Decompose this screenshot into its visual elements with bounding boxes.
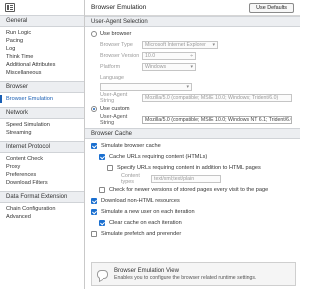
ua-string-field-browser[interactable]: Mozilla/5.0 (compatible; MSIE 10.0; Wind… bbox=[142, 93, 292, 102]
sidebar-item-pacing[interactable]: Pacing bbox=[0, 37, 84, 45]
sidebar-item-additional-attributes[interactable]: Additional Attributes bbox=[0, 61, 84, 69]
ua-string-row-2: User-Agent String Mozilla/5.0 (compatibl… bbox=[85, 113, 300, 126]
browser-version-label: Browser Version bbox=[100, 52, 140, 59]
sidebar-item-browser-emulation[interactable]: Browser Emulation bbox=[0, 95, 84, 103]
simulate-cache-checkbox[interactable] bbox=[91, 142, 97, 149]
help-title: Browser Emulation View bbox=[114, 267, 179, 274]
content-types-label: Content types bbox=[121, 172, 140, 185]
sidebar-item-speed-simulation[interactable]: Speed Simulation bbox=[0, 121, 84, 129]
main-panel: Browser Emulation Use Defaults User-Agen… bbox=[85, 0, 300, 289]
cache-urls-label: Cache URLs requiring content (HTMLs) bbox=[109, 153, 208, 160]
check-newer-checkbox[interactable] bbox=[99, 186, 105, 193]
use-defaults-button[interactable]: Use Defaults bbox=[249, 2, 294, 13]
sidebar-item-proxy[interactable]: Proxy bbox=[0, 163, 84, 171]
language-field-row bbox=[85, 81, 300, 92]
cache-urls-checkbox[interactable] bbox=[99, 153, 105, 160]
browser-type-label: Browser Type bbox=[100, 41, 133, 48]
panel-toggle-icon[interactable] bbox=[5, 2, 15, 12]
help-description: Enables you to configure the browser rel… bbox=[114, 274, 257, 281]
sidebar-section-general: General bbox=[0, 15, 84, 27]
use-custom-label: Use custom bbox=[100, 105, 130, 112]
page-title: Browser Emulation bbox=[91, 4, 147, 11]
browser-version-spinner[interactable]: 10.0 bbox=[142, 51, 196, 60]
sidebar-section-data-format-extension: Data Format Extension bbox=[0, 191, 84, 203]
sidebar-item-preferences[interactable]: Preferences bbox=[0, 171, 84, 179]
sidebar-item-run-logic[interactable]: Run Logic bbox=[0, 29, 84, 37]
specify-urls-checkbox[interactable] bbox=[107, 164, 113, 171]
specify-urls-row: Specify URLs requiring content in additi… bbox=[85, 162, 300, 173]
use-browser-label: Use browser bbox=[100, 30, 132, 37]
use-custom-radio[interactable] bbox=[91, 105, 97, 112]
use-custom-row: Use custom bbox=[85, 103, 300, 114]
download-non-html-checkbox[interactable] bbox=[91, 197, 97, 204]
use-browser-radio[interactable] bbox=[91, 30, 97, 37]
sidebar-item-log[interactable]: Log bbox=[0, 45, 84, 53]
check-newer-label: Check for newer versions of stored pages… bbox=[109, 186, 269, 193]
ua-section-header: User-Agent Selection bbox=[85, 16, 300, 27]
ua-string-label-1: User-Agent String bbox=[100, 91, 128, 104]
language-select[interactable] bbox=[100, 82, 192, 91]
sidebar-item-download-filters[interactable]: Download Filters bbox=[0, 179, 84, 187]
simulate-prefetch-checkbox[interactable] bbox=[91, 230, 97, 237]
sidebar-item-content-check[interactable]: Content Check bbox=[0, 155, 84, 163]
platform-row: Platform Windows bbox=[85, 61, 300, 72]
sidebar-item-streaming[interactable]: Streaming bbox=[0, 129, 84, 137]
sidebar-toolbar bbox=[0, 0, 84, 14]
clear-cache-label: Clear cache on each iteration bbox=[109, 219, 182, 226]
sidebar-list-internet-protocol: Content Check Proxy Preferences Download… bbox=[0, 153, 84, 190]
cache-urls-row: Cache URLs requiring content (HTMLs) bbox=[85, 151, 300, 162]
platform-select[interactable]: Windows bbox=[142, 62, 196, 71]
download-non-html-label: Download non-HTML resources bbox=[101, 197, 180, 204]
content-types-row: Content types text/xml;text/plain bbox=[85, 172, 300, 185]
sidebar-section-internet-protocol: Internet Protocol bbox=[0, 141, 84, 153]
ua-string-label-2: User-Agent String bbox=[100, 113, 128, 126]
simulate-cache-row: Simulate browser cache bbox=[85, 140, 300, 151]
ua-string-row-1: User-Agent String Mozilla/5.0 (compatibl… bbox=[85, 91, 300, 104]
simulate-new-user-checkbox[interactable] bbox=[91, 208, 97, 215]
ua-string-field-custom[interactable]: Mozilla/5.0 (compatible; MSIE 10.0; Wind… bbox=[142, 115, 292, 124]
cache-section-header: Browser Cache bbox=[85, 128, 300, 139]
sidebar-item-chain-configuration[interactable]: Chain Configuration bbox=[0, 205, 84, 213]
browser-version-row: Browser Version 10.0 bbox=[85, 50, 300, 61]
speech-bubble-icon bbox=[97, 269, 108, 279]
sidebar-item-think-time[interactable]: Think Time bbox=[0, 53, 84, 61]
simulate-prefetch-row: Simulate prefetch and prerender bbox=[85, 228, 300, 239]
sidebar-list-network: Speed Simulation Streaming bbox=[0, 119, 84, 140]
content-types-field[interactable]: text/xml;text/plain bbox=[151, 174, 221, 183]
download-non-html-row: Download non-HTML resources bbox=[85, 195, 300, 206]
simulate-cache-label: Simulate browser cache bbox=[101, 142, 161, 149]
sidebar-section-browser: Browser bbox=[0, 81, 84, 93]
sidebar-list-data-format-extension: Chain Configuration Advanced bbox=[0, 203, 84, 224]
sidebar-section-network: Network bbox=[0, 107, 84, 119]
check-newer-row: Check for newer versions of stored pages… bbox=[85, 184, 300, 195]
sidebar: General Run Logic Pacing Log Think Time … bbox=[0, 0, 85, 289]
sidebar-item-advanced[interactable]: Advanced bbox=[0, 213, 84, 221]
use-browser-row: Use browser bbox=[85, 28, 300, 39]
panel-header: Browser Emulation Use Defaults bbox=[85, 0, 300, 16]
help-panel: Browser Emulation View Enables you to co… bbox=[91, 262, 296, 286]
clear-cache-row: Clear cache on each iteration bbox=[85, 217, 300, 228]
sidebar-item-miscellaneous[interactable]: Miscellaneous bbox=[0, 69, 84, 77]
sidebar-list-browser: Browser Emulation bbox=[0, 93, 84, 106]
help-text: Browser Emulation View Enables you to co… bbox=[114, 268, 256, 281]
sidebar-list-general: Run Logic Pacing Log Think Time Addition… bbox=[0, 27, 84, 80]
simulate-new-user-row: Simulate a new user on each iteration bbox=[85, 206, 300, 217]
browser-type-row: Browser Type Microsoft Internet Explorer bbox=[85, 39, 300, 50]
clear-cache-checkbox[interactable] bbox=[99, 219, 105, 226]
language-label: Language bbox=[100, 74, 124, 81]
specify-urls-label: Specify URLs requiring content in additi… bbox=[117, 164, 261, 171]
simulate-new-user-label: Simulate a new user on each iteration bbox=[101, 208, 195, 215]
simulate-prefetch-label: Simulate prefetch and prerender bbox=[101, 230, 182, 237]
platform-label: Platform bbox=[100, 63, 121, 70]
browser-type-select[interactable]: Microsoft Internet Explorer bbox=[142, 40, 218, 49]
